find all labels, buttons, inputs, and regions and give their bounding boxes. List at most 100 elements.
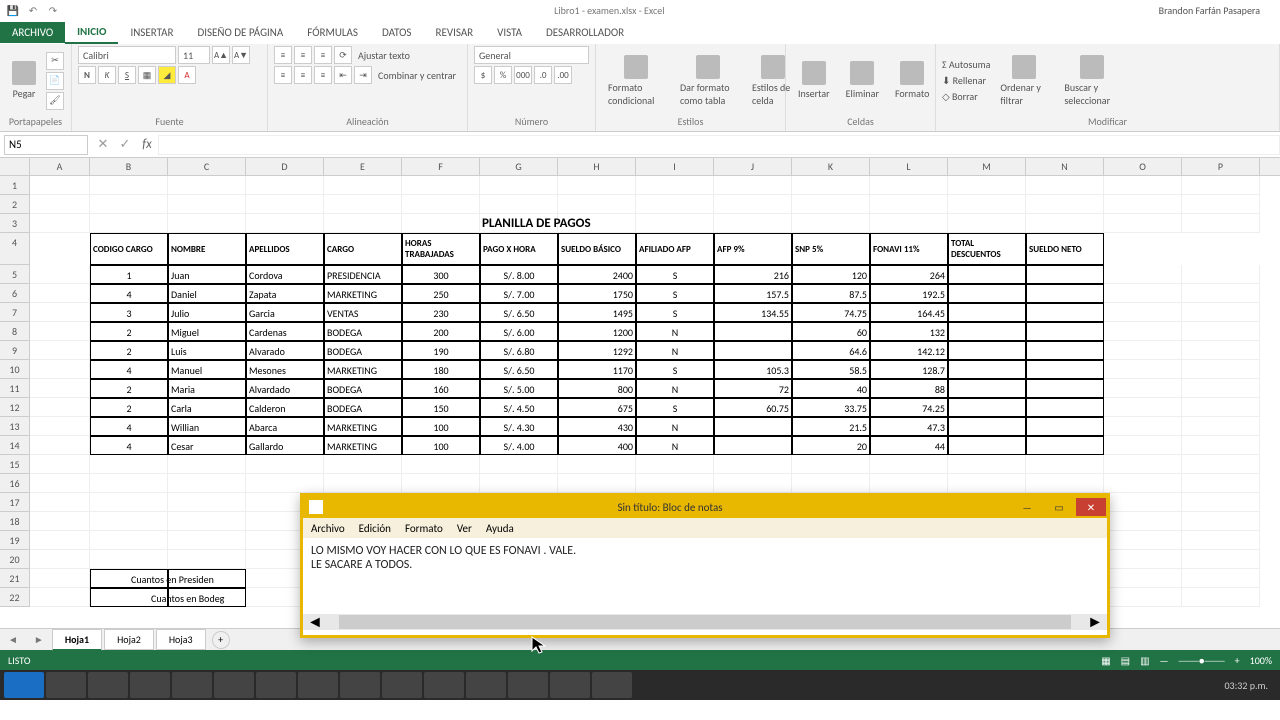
column-header[interactable]: G: [480, 158, 558, 175]
cell[interactable]: [1104, 455, 1182, 474]
cell[interactable]: Calderon: [246, 398, 324, 417]
cell[interactable]: S: [636, 284, 714, 303]
cell[interactable]: 1200: [558, 322, 636, 341]
cell[interactable]: [1182, 214, 1260, 233]
cut-icon[interactable]: ✂: [46, 52, 64, 70]
view-break-icon[interactable]: ▥: [1140, 654, 1149, 667]
cell[interactable]: [1182, 284, 1260, 303]
cell[interactable]: [90, 214, 168, 233]
column-header[interactable]: P: [1182, 158, 1260, 175]
align-left-icon[interactable]: ≡: [274, 66, 292, 84]
align-center-icon[interactable]: ≡: [294, 66, 312, 84]
cell[interactable]: AFP 9%: [714, 233, 792, 265]
cell[interactable]: VENTAS: [324, 303, 402, 322]
cell[interactable]: 2: [90, 341, 168, 360]
cell[interactable]: [1026, 214, 1104, 233]
cell[interactable]: [90, 474, 168, 493]
row-header[interactable]: 20: [0, 550, 30, 569]
cell[interactable]: [1026, 284, 1104, 303]
cell[interactable]: 134.55: [714, 303, 792, 322]
cell[interactable]: 72: [714, 379, 792, 398]
cell[interactable]: [324, 195, 402, 214]
cell[interactable]: [246, 455, 324, 474]
currency-icon[interactable]: $: [474, 66, 492, 84]
cell[interactable]: Daniel: [168, 284, 246, 303]
cell[interactable]: [714, 474, 792, 493]
cell[interactable]: [1182, 360, 1260, 379]
row-header[interactable]: 3: [0, 214, 30, 233]
row-header[interactable]: 2: [0, 195, 30, 214]
cell[interactable]: [1104, 474, 1182, 493]
cell[interactable]: S: [636, 303, 714, 322]
cell[interactable]: S/. 8.00: [480, 265, 558, 284]
cell[interactable]: [30, 474, 90, 493]
cell[interactable]: [1104, 176, 1182, 195]
column-header[interactable]: F: [402, 158, 480, 175]
row-header[interactable]: 21: [0, 569, 30, 588]
indent-inc-icon[interactable]: ⇥: [354, 66, 372, 84]
cell[interactable]: [480, 176, 558, 195]
cell[interactable]: [1182, 550, 1260, 569]
undo-icon[interactable]: ↶: [26, 3, 40, 17]
cell[interactable]: 230: [402, 303, 480, 322]
menu-edicion[interactable]: Edición: [359, 522, 391, 535]
cell[interactable]: 58.5: [792, 360, 870, 379]
underline-button[interactable]: S: [118, 66, 136, 84]
cell[interactable]: Maria: [168, 379, 246, 398]
cell[interactable]: BODEGA: [324, 379, 402, 398]
cell[interactable]: [636, 176, 714, 195]
cell[interactable]: [324, 474, 402, 493]
cell[interactable]: [714, 341, 792, 360]
cell[interactable]: 1292: [558, 341, 636, 360]
taskbar-item[interactable]: [382, 672, 422, 698]
cell[interactable]: [1026, 379, 1104, 398]
cell[interactable]: [636, 195, 714, 214]
cell[interactable]: [324, 455, 402, 474]
row-header[interactable]: 16: [0, 474, 30, 493]
cell[interactable]: [948, 322, 1026, 341]
cell[interactable]: [168, 512, 246, 531]
cell[interactable]: [792, 455, 870, 474]
column-header[interactable]: I: [636, 158, 714, 175]
font-select[interactable]: Calibri: [78, 46, 176, 64]
cell[interactable]: [792, 214, 870, 233]
cell[interactable]: Zapata: [246, 284, 324, 303]
cell[interactable]: [30, 379, 90, 398]
taskbar-item[interactable]: [214, 672, 254, 698]
align-top-icon[interactable]: ≡: [274, 46, 292, 64]
cell[interactable]: Manuel: [168, 360, 246, 379]
menu-ver[interactable]: Ver: [457, 522, 472, 535]
cell[interactable]: [792, 176, 870, 195]
cell[interactable]: [714, 455, 792, 474]
cell[interactable]: SUELDO NETO: [1026, 233, 1104, 265]
cell[interactable]: 60: [792, 322, 870, 341]
cell[interactable]: BODEGA: [324, 398, 402, 417]
paste-button[interactable]: Pegar: [6, 59, 42, 102]
column-header[interactable]: J: [714, 158, 792, 175]
menu-archivo[interactable]: Archivo: [311, 522, 345, 535]
save-icon[interactable]: 💾: [6, 3, 20, 17]
cell[interactable]: [948, 265, 1026, 284]
tab-hoja1[interactable]: Hoja1: [52, 629, 102, 651]
zoom-out-icon[interactable]: —: [1160, 654, 1169, 667]
cell[interactable]: [1182, 493, 1260, 512]
cell[interactable]: [90, 455, 168, 474]
taskbar-item[interactable]: [466, 672, 506, 698]
view-normal-icon[interactable]: ▦: [1101, 654, 1110, 667]
cell[interactable]: [948, 284, 1026, 303]
cell[interactable]: [1026, 176, 1104, 195]
cell[interactable]: [1104, 233, 1182, 265]
column-header[interactable]: L: [870, 158, 948, 175]
cell[interactable]: [1182, 455, 1260, 474]
cell[interactable]: 74.25: [870, 398, 948, 417]
cell[interactable]: 1: [90, 265, 168, 284]
cell[interactable]: 74.75: [792, 303, 870, 322]
cell[interactable]: [168, 569, 246, 588]
column-header[interactable]: B: [90, 158, 168, 175]
delete-button[interactable]: Eliminar: [840, 59, 885, 102]
tab-hoja3[interactable]: Hoja3: [156, 629, 206, 650]
cell[interactable]: Willian: [168, 417, 246, 436]
cell[interactable]: 190: [402, 341, 480, 360]
increase-font-icon[interactable]: A▲: [212, 46, 230, 64]
cell[interactable]: 1170: [558, 360, 636, 379]
